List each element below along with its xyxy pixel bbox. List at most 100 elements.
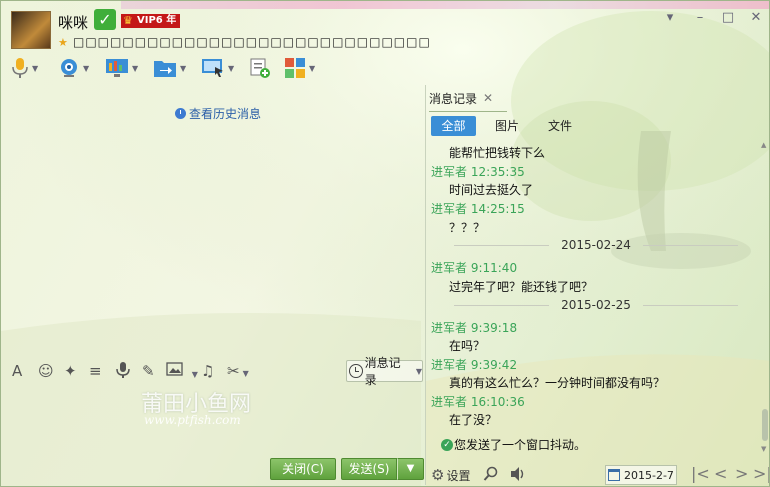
date-label: 2015-02-25 xyxy=(561,298,631,312)
message-body: ？？？ xyxy=(449,221,486,235)
message-body: 在吗？ xyxy=(449,339,486,353)
maximize-button[interactable]: □ xyxy=(719,9,737,27)
view-history-link[interactable]: 查看历史消息 xyxy=(175,105,261,122)
file-transfer-icon xyxy=(154,61,176,77)
prev-page-button[interactable]: < xyxy=(714,464,727,483)
contact-signature: □□□□□□□□□□□□□□□□□□□□□□□□□□□□□ xyxy=(73,35,431,49)
microphone-icon xyxy=(12,58,28,78)
filter-files[interactable]: 文件 xyxy=(539,116,581,136)
last-page-button[interactable]: >| xyxy=(753,464,769,483)
chevron-down-icon: ▼ xyxy=(415,366,422,376)
apps-icon xyxy=(285,58,305,78)
search-icon xyxy=(483,466,498,481)
music-button[interactable]: ♫ xyxy=(201,361,214,381)
message-body: 时间过去挺久了 xyxy=(449,183,534,197)
contact-name: 咪咪 xyxy=(58,14,89,32)
screenshot-button[interactable]: ✂ ▼ xyxy=(227,361,249,381)
magic-wand-button[interactable]: ✦ xyxy=(64,361,77,381)
close-button[interactable]: 关闭(C) xyxy=(270,458,336,480)
sound-button[interactable] xyxy=(509,466,527,482)
voice-message-button[interactable] xyxy=(116,361,130,381)
chevron-down-icon: ▼ xyxy=(180,63,187,73)
scroll-thumb[interactable] xyxy=(762,409,768,441)
remote-assist-icon xyxy=(202,59,223,77)
message-body: 过完年了吧？能还钱了吧？ xyxy=(449,280,594,294)
filter-all[interactable]: 全部 xyxy=(431,116,476,136)
message-sender: 进军者 12:35:35 xyxy=(431,165,525,179)
settings-button[interactable]: ⚙ 设置 xyxy=(431,466,470,484)
message-list: 能帮忙把钱转下么 进军者 12:35:35 时间过去挺久了 进军者 14:25:… xyxy=(431,141,761,457)
tab-underline xyxy=(429,111,507,112)
date-separator: 2015-02-24 xyxy=(431,238,761,252)
shake-notice-label: 您发送了一个窗口抖动。 xyxy=(454,438,587,452)
scissors-icon: ✂ xyxy=(227,362,240,380)
message-body: 在了没？ xyxy=(449,413,498,427)
message-record-button[interactable]: 消息记录 ▼ xyxy=(346,356,423,387)
date-label: 2015-02-24 xyxy=(561,238,631,252)
vip-label: VIP6 年 xyxy=(137,15,177,26)
message-sender: 进军者 14:25:15 xyxy=(431,202,525,216)
chevron-down-icon: ▼ xyxy=(191,370,198,379)
send-options-button[interactable]: ▼ xyxy=(397,458,424,480)
star-icon[interactable]: ★ xyxy=(58,36,68,49)
chat-window: 咪咪 ✓ ♛ VIP6 年 ★ □□□□□□□□□□□□□□□□□□□□□□□□□… xyxy=(0,0,770,487)
crown-icon: ♛ xyxy=(123,14,133,27)
close-icon[interactable]: ✕ xyxy=(483,91,493,105)
message-body: 能帮忙把钱转下么 xyxy=(449,146,546,160)
shake-window-button[interactable]: ≡ xyxy=(89,361,102,381)
create-group-icon xyxy=(250,58,270,78)
shake-notice: ✓ 您发送了一个窗口抖动。 xyxy=(431,436,761,453)
settings-label: 设置 xyxy=(446,468,471,483)
watermark-url: www.ptfish.com xyxy=(144,413,241,427)
next-page-button[interactable]: > xyxy=(735,464,748,483)
remote-assist-button[interactable]: ▼ xyxy=(201,56,234,80)
history-link-label: 查看历史消息 xyxy=(189,107,262,121)
send-button[interactable]: 发送(S) xyxy=(341,458,397,480)
emoji-button[interactable]: ☺ xyxy=(38,361,54,381)
video-call-button[interactable]: ▼ xyxy=(58,56,89,80)
apps-button[interactable]: ▼ xyxy=(284,56,315,80)
speaker-icon xyxy=(511,467,524,481)
file-transfer-button[interactable]: ▼ xyxy=(153,56,186,80)
scroll-down-icon[interactable]: ▼ xyxy=(761,445,766,453)
first-page-button[interactable]: |< xyxy=(691,464,710,483)
create-group-button[interactable] xyxy=(249,56,271,80)
message-record-label: 消息记录 xyxy=(364,356,401,387)
video-camera-icon xyxy=(61,59,77,77)
vip-badge[interactable]: ♛ VIP6 年 xyxy=(121,14,181,28)
scroll-up-icon[interactable]: ▲ xyxy=(761,141,766,149)
panel-divider[interactable] xyxy=(425,85,426,485)
image-button[interactable]: ▼ xyxy=(166,361,198,381)
search-button[interactable] xyxy=(483,466,499,482)
verified-check-icon: ✓ xyxy=(94,9,116,30)
date-separator: 2015-02-25 xyxy=(431,298,761,312)
microphone-icon xyxy=(116,362,130,378)
message-sender: 进军者 9:39:18 xyxy=(431,321,518,335)
date-picker[interactable]: 2015-2-7 xyxy=(605,465,677,485)
voice-call-button[interactable]: ▼ xyxy=(11,56,38,80)
chevron-down-icon: ▼ xyxy=(132,63,139,73)
top-banner-strip xyxy=(121,1,769,9)
chevron-down-icon: ▼ xyxy=(228,63,235,73)
font-button[interactable]: A xyxy=(12,361,22,381)
screen-share-button[interactable]: ▼ xyxy=(105,56,138,80)
window-menu-button[interactable]: ▾ xyxy=(661,9,679,27)
chevron-down-icon: ▼ xyxy=(32,63,39,73)
gear-icon: ⚙ xyxy=(431,466,445,484)
tab-message-record[interactable]: 消息记录 ✕ xyxy=(429,87,493,109)
screen-share-icon xyxy=(106,59,128,77)
clock-icon xyxy=(349,364,363,378)
message-sender: 进军者 9:11:40 xyxy=(431,261,518,275)
chevron-down-icon: ▼ xyxy=(309,63,316,73)
minimize-button[interactable]: – xyxy=(691,9,709,27)
edit-button[interactable]: ✎ xyxy=(142,361,155,381)
tab-label: 消息记录 xyxy=(429,91,478,106)
chevron-down-icon: ▼ xyxy=(83,63,90,73)
filter-images[interactable]: 图片 xyxy=(486,116,528,136)
avatar[interactable] xyxy=(11,11,51,49)
check-icon: ✓ xyxy=(441,438,453,451)
message-sender: 进军者 9:39:42 xyxy=(431,358,518,372)
close-window-button[interactable]: ✕ xyxy=(747,9,765,27)
message-scrollbar[interactable]: ▲ ▼ xyxy=(761,141,769,457)
date-value: 2015-2-7 xyxy=(624,468,674,482)
